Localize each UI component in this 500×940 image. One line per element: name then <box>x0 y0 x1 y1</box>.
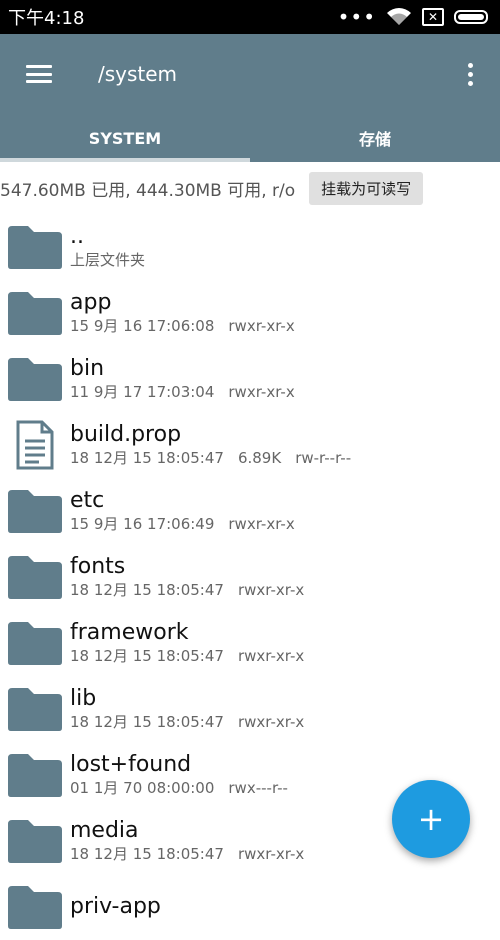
file-item-texts: .. 上层文件夹 <box>70 224 145 270</box>
file-name: framework <box>70 620 189 645</box>
folder-icon <box>0 742 70 808</box>
current-path-title: /system <box>98 62 178 86</box>
folder-icon <box>0 478 70 544</box>
file-meta: 18 12月 15 18:05:47 rwxr-xr-x <box>70 844 304 864</box>
file-perm: rwx---r-- <box>228 779 288 797</box>
file-meta: 15 9月 16 17:06:49 rwxr-xr-x <box>70 514 295 534</box>
status-time: 下午4:18 <box>8 8 85 29</box>
file-date: 18 12月 15 18:05:47 <box>70 581 224 599</box>
file-icon <box>0 412 70 478</box>
file-meta: 15 9月 16 17:06:08 rwxr-xr-x <box>70 316 295 336</box>
folder-icon <box>0 808 70 874</box>
file-item-texts: app 15 9月 16 17:06:08 rwxr-xr-x <box>70 290 295 336</box>
file-list-item[interactable]: bin 11 9月 17 17:03:04 rwxr-xr-x <box>0 346 500 412</box>
tab-storage[interactable]: 存储 <box>250 114 500 162</box>
file-item-texts: priv-app <box>70 894 161 920</box>
file-list-item[interactable]: priv-app <box>0 874 500 940</box>
file-list-item[interactable]: framework 18 12月 15 18:05:47 rwxr-xr-x <box>0 610 500 676</box>
file-name: build.prop <box>70 422 182 447</box>
file-list-item[interactable]: lib 18 12月 15 18:05:47 rwxr-xr-x <box>0 676 500 742</box>
file-date: 01 1月 70 08:00:00 <box>70 779 215 797</box>
tab-system[interactable]: SYSTEM <box>0 114 250 162</box>
file-date: 18 12月 15 18:05:47 <box>70 647 224 665</box>
folder-icon <box>0 874 70 940</box>
file-item-texts: bin 11 9月 17 17:03:04 rwxr-xr-x <box>70 356 295 402</box>
folder-icon <box>0 676 70 742</box>
file-meta: 01 1月 70 08:00:00 rwx---r-- <box>70 778 288 798</box>
file-perm: rwxr-xr-x <box>228 383 295 401</box>
storage-info-row: 547.60MB 已用, 444.30MB 可用, r/o 挂载为可读写 <box>0 162 500 214</box>
file-item-texts: lib 18 12月 15 18:05:47 rwxr-xr-x <box>70 686 304 732</box>
mount-rw-button[interactable]: 挂载为可读写 <box>309 171 424 205</box>
file-list-item[interactable]: fonts 18 12月 15 18:05:47 rwxr-xr-x <box>0 544 500 610</box>
file-item-texts: framework 18 12月 15 18:05:47 rwxr-xr-x <box>70 620 304 666</box>
file-name: priv-app <box>70 894 161 919</box>
file-perm: rwxr-xr-x <box>237 713 305 731</box>
file-name: etc <box>70 488 105 513</box>
file-perm: rwxr-xr-x <box>228 515 295 533</box>
file-item-texts: lost+found 01 1月 70 08:00:00 rwx---r-- <box>70 752 288 798</box>
file-date: 18 12月 15 18:05:47 <box>70 713 224 731</box>
file-list-item[interactable]: build.prop 18 12月 15 18:05:47 6.89K rw-r--r… <box>0 412 500 478</box>
file-meta: 18 12月 15 18:05:47 rwxr-xr-x <box>70 712 304 732</box>
file-meta: 18 12月 15 18:05:47 rwxr-xr-x <box>70 646 304 666</box>
file-name: bin <box>70 356 105 381</box>
file-item-texts: fonts 18 12月 15 18:05:47 rwxr-xr-x <box>70 554 304 600</box>
hamburger-menu-icon[interactable] <box>0 34 78 114</box>
file-name: app <box>70 290 112 315</box>
status-bar: 下午4:18 ••• ✕ <box>0 0 500 34</box>
file-size: 6.89K <box>237 449 282 467</box>
file-item-texts: build.prop 18 12月 15 18:05:47 6.89K rw-r--r… <box>70 422 351 468</box>
file-item-texts: etc 15 9月 16 17:06:49 rwxr-xr-x <box>70 488 295 534</box>
folder-icon <box>0 544 70 610</box>
file-perm: rwxr-xr-x <box>228 317 295 335</box>
file-list-item[interactable]: etc 15 9月 16 17:06:49 rwxr-xr-x <box>0 478 500 544</box>
file-perm: rw-r--r-- <box>295 449 352 467</box>
status-icons: ••• ✕ <box>338 7 488 27</box>
file-perm: rwxr-xr-x <box>237 647 305 665</box>
file-perm: rwxr-xr-x <box>237 845 305 863</box>
file-perm: rwxr-xr-x <box>237 581 305 599</box>
tab-bar: SYSTEM 存储 <box>0 114 500 162</box>
add-fab-button[interactable]: + <box>392 780 470 858</box>
file-name: fonts <box>70 554 126 579</box>
file-name: lost+found <box>70 752 192 777</box>
file-list-item[interactable]: .. 上层文件夹 <box>0 214 500 280</box>
battery-icon <box>454 10 488 24</box>
more-vert-icon[interactable] <box>440 34 500 114</box>
wifi-icon <box>387 8 411 25</box>
file-item-texts: media 18 12月 15 18:05:47 rwxr-xr-x <box>70 818 304 864</box>
file-list-item[interactable]: app 15 9月 16 17:06:08 rwxr-xr-x <box>0 280 500 346</box>
file-name: lib <box>70 686 97 711</box>
file-date: 15 9月 16 17:06:49 <box>70 515 215 533</box>
file-date: 18 12月 15 18:05:47 <box>70 845 224 863</box>
file-date: 11 9月 17 17:03:04 <box>70 383 215 401</box>
folder-icon <box>0 214 70 280</box>
file-meta: 11 9月 17 17:03:04 rwxr-xr-x <box>70 382 295 402</box>
folder-icon <box>0 280 70 346</box>
storage-usage-text: 547.60MB 已用, 444.30MB 可用, r/o <box>0 180 296 201</box>
more-dots-icon: ••• <box>337 5 376 29</box>
folder-icon <box>0 346 70 412</box>
file-meta: 上层文件夹 <box>70 250 145 270</box>
add-icon: + <box>417 800 445 838</box>
folder-icon <box>0 610 70 676</box>
file-date: 18 12月 15 18:05:47 <box>70 449 224 467</box>
file-meta: 18 12月 15 18:05:47 6.89K rw-r--r-- <box>70 448 351 468</box>
file-date: 上层文件夹 <box>70 251 146 269</box>
app-bar: /system SYSTEM 存储 <box>0 34 500 162</box>
sim-icon: ✕ <box>422 8 444 26</box>
file-date: 15 9月 16 17:06:08 <box>70 317 215 335</box>
file-name: media <box>70 818 139 843</box>
file-meta: 18 12月 15 18:05:47 rwxr-xr-x <box>70 580 304 600</box>
file-name: .. <box>70 224 84 249</box>
